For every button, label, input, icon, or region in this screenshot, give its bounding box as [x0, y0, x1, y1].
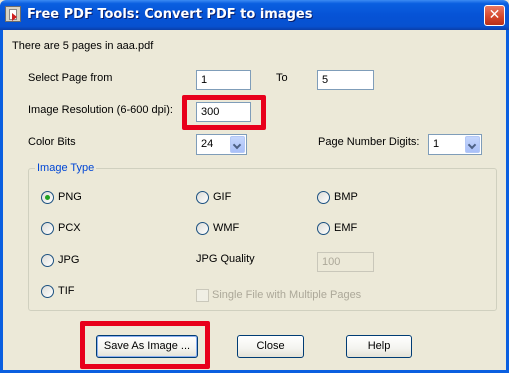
radio-jpg[interactable]	[41, 254, 54, 267]
radio-png-label[interactable]: PNG	[58, 191, 82, 203]
resolution-highlight	[182, 95, 266, 130]
radio-bmp-label[interactable]: BMP	[334, 191, 358, 203]
title-bar: Free PDF Tools: Convert PDF to images ✕	[0, 0, 509, 30]
jpg-quality-input[interactable]	[317, 252, 374, 272]
pdf-convert-icon	[5, 6, 21, 22]
radio-wmf-label[interactable]: WMF	[213, 222, 239, 234]
radio-emf-label[interactable]: EMF	[334, 222, 357, 234]
radio-tif[interactable]	[41, 285, 54, 298]
radio-pcx-label[interactable]: PCX	[58, 222, 81, 234]
page-to-input[interactable]	[317, 70, 374, 90]
page-digits-label: Page Number Digits:	[318, 136, 420, 148]
chevron-down-icon[interactable]	[230, 136, 245, 153]
help-button[interactable]: Help	[346, 335, 412, 358]
color-bits-label: Color Bits	[28, 136, 76, 148]
close-button[interactable]: Close	[237, 335, 304, 358]
page-from-label: Select Page from	[28, 72, 113, 84]
color-bits-select[interactable]: 24	[196, 134, 247, 155]
close-window-button[interactable]: ✕	[484, 5, 505, 26]
save-button-highlight	[80, 321, 210, 369]
single-file-checkbox[interactable]	[196, 289, 209, 302]
close-icon: ✕	[488, 7, 501, 23]
window-title: Free PDF Tools: Convert PDF to images	[27, 7, 313, 22]
color-bits-value: 24	[201, 138, 214, 150]
jpg-quality-label: JPG Quality	[196, 253, 255, 265]
radio-emf[interactable]	[317, 222, 330, 235]
resolution-label: Image Resolution (6-600 dpi):	[28, 104, 173, 116]
radio-tif-label[interactable]: TIF	[58, 285, 75, 297]
radio-gif[interactable]	[196, 191, 209, 204]
radio-jpg-label[interactable]: JPG	[58, 254, 79, 266]
image-type-label: Image Type	[35, 162, 97, 174]
single-file-label: Single File with Multiple Pages	[212, 289, 362, 301]
page-count-info: There are 5 pages in aaa.pdf	[12, 40, 154, 52]
page-from-input[interactable]	[196, 70, 251, 90]
radio-pcx[interactable]	[41, 222, 54, 235]
page-digits-select[interactable]: 1	[428, 134, 482, 155]
chevron-down-icon[interactable]	[465, 136, 480, 153]
radio-wmf[interactable]	[196, 222, 209, 235]
radio-bmp[interactable]	[317, 191, 330, 204]
page-digits-value: 1	[433, 138, 440, 150]
radio-gif-label[interactable]: GIF	[213, 191, 231, 203]
radio-png[interactable]	[41, 191, 54, 204]
page-to-label: To	[276, 72, 288, 84]
